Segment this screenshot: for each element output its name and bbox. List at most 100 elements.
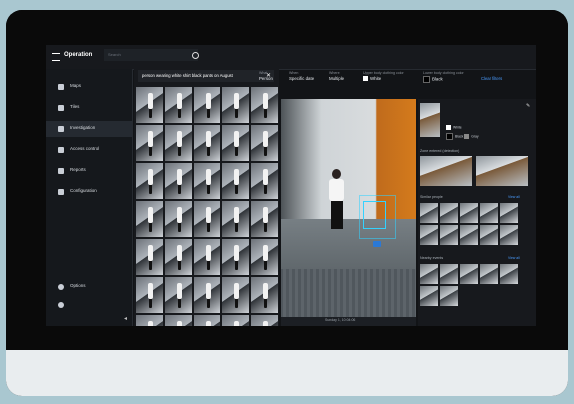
result-thumbnail[interactable] <box>164 87 192 123</box>
result-thumbnail[interactable] <box>193 277 221 313</box>
detection-box[interactable] <box>363 201 386 229</box>
result-thumbnail[interactable] <box>193 163 221 199</box>
nearby-event-thumbnail[interactable] <box>480 264 498 284</box>
sidebar-item-options[interactable]: Options <box>46 279 132 295</box>
filter-where[interactable]: Where Multiple <box>329 71 344 81</box>
result-thumbnail[interactable] <box>193 87 221 123</box>
result-thumbnail[interactable] <box>164 315 192 326</box>
result-thumbnail[interactable] <box>136 87 163 123</box>
result-thumbnail[interactable] <box>136 277 163 313</box>
result-thumbnail[interactable] <box>164 125 192 161</box>
nearby-event-thumbnail[interactable] <box>440 264 458 284</box>
sidebar-item-tiles[interactable]: Tiles <box>46 100 132 116</box>
result-thumbnail[interactable] <box>251 125 278 161</box>
filter-label: What <box>259 71 268 75</box>
sidebar-item-reports[interactable]: Reports <box>46 163 132 179</box>
result-thumbnail[interactable] <box>251 239 278 275</box>
result-thumbnail[interactable] <box>136 239 163 275</box>
sidebar-item-label: Access control <box>70 146 100 151</box>
search-icon[interactable] <box>192 52 199 59</box>
result-thumbnail[interactable] <box>222 125 250 161</box>
result-thumbnail[interactable] <box>222 201 250 237</box>
result-thumbnail[interactable] <box>164 277 192 313</box>
result-thumbnail[interactable] <box>222 277 250 313</box>
zone-thumbnail[interactable] <box>476 156 528 186</box>
gray-swatch <box>464 134 470 139</box>
similar-person-thumbnail[interactable] <box>500 203 518 223</box>
sidebar-item-label: Tiles <box>70 104 80 109</box>
result-thumbnail[interactable] <box>193 201 221 237</box>
clear-filters-button[interactable]: Clear filters <box>481 76 502 81</box>
result-thumbnail[interactable] <box>251 277 278 313</box>
result-thumbnail[interactable] <box>222 315 250 326</box>
similar-person-thumbnail[interactable] <box>480 225 498 245</box>
similar-person-thumbnail[interactable] <box>440 225 458 245</box>
map-icon <box>58 84 64 90</box>
person-body <box>329 179 344 201</box>
sidebar-item-user[interactable] <box>46 297 132 313</box>
app-screen: Operation Search Maps Tiles Investigatio… <box>46 45 536 326</box>
result-thumbnail[interactable] <box>222 239 250 275</box>
result-thumbnail[interactable] <box>136 315 163 326</box>
sidebar-item-label: Investigation <box>70 125 96 130</box>
similar-people-grid <box>420 203 518 245</box>
nearby-event-thumbnail[interactable] <box>460 264 478 284</box>
filter-upper-body-color[interactable]: Upper body clothing color White <box>363 71 404 82</box>
view-all-similar-link[interactable]: View all <box>508 195 520 199</box>
result-thumbnail[interactable] <box>193 125 221 161</box>
result-thumbnail[interactable] <box>193 315 221 326</box>
tablet-device: Operation Search Maps Tiles Investigatio… <box>6 10 568 396</box>
filter-label: Where <box>329 71 340 75</box>
configuration-icon <box>58 189 64 195</box>
sidebar-item-maps[interactable]: Maps <box>46 79 132 95</box>
filter-lower-body-color[interactable]: Lower body clothing color Black <box>423 71 464 83</box>
view-all-nearby-link[interactable]: View all <box>508 256 520 260</box>
nearby-event-thumbnail[interactable] <box>500 264 518 284</box>
similar-person-thumbnail[interactable] <box>480 203 498 223</box>
similar-person-thumbnail[interactable] <box>420 203 438 223</box>
result-thumbnail[interactable] <box>164 201 192 237</box>
result-thumbnail[interactable] <box>251 163 278 199</box>
similar-person-thumbnail[interactable] <box>500 225 518 245</box>
result-thumbnail[interactable] <box>136 201 163 237</box>
result-thumbnail[interactable] <box>193 239 221 275</box>
sidebar-item-investigation[interactable]: Investigation <box>46 121 132 137</box>
sidebar-item-configuration[interactable]: Configuration <box>46 184 132 200</box>
filter-label: Upper body clothing color <box>363 71 404 75</box>
nearby-event-thumbnail[interactable] <box>420 286 438 306</box>
similar-person-thumbnail[interactable] <box>460 203 478 223</box>
edit-icon[interactable]: ✎ <box>526 103 530 109</box>
video-player[interactable] <box>281 99 416 317</box>
similar-person-thumbnail[interactable] <box>440 203 458 223</box>
similar-person-thumbnail[interactable] <box>420 225 438 245</box>
result-thumbnail[interactable] <box>164 239 192 275</box>
similar-person-thumbnail[interactable] <box>460 225 478 245</box>
similar-people-heading: Similar people <box>420 195 443 199</box>
result-thumbnail[interactable] <box>222 87 250 123</box>
filter-when[interactable]: When Specific date <box>289 71 314 81</box>
black-swatch <box>423 76 430 83</box>
nearby-event-thumbnail[interactable] <box>420 264 438 284</box>
sidebar-item-label: Options <box>70 283 86 288</box>
reports-icon <box>58 168 64 174</box>
video-timeline[interactable]: Sunday 1, 10:04:06 <box>281 317 416 326</box>
zone-thumbnail[interactable] <box>420 156 472 186</box>
upper-color-chip: White <box>446 125 462 130</box>
result-thumbnail[interactable] <box>222 163 250 199</box>
result-thumbnail[interactable] <box>251 201 278 237</box>
nearby-event-thumbnail[interactable] <box>440 286 458 306</box>
collapse-sidebar-icon[interactable]: ◂ <box>124 315 127 322</box>
global-search-input[interactable]: Search <box>104 49 198 61</box>
upper-color-label: White <box>453 125 462 130</box>
filter-what[interactable]: What Person <box>259 71 273 81</box>
result-thumbnail[interactable] <box>136 163 163 199</box>
camera-icon[interactable] <box>373 241 381 247</box>
selected-person-thumbnail[interactable] <box>420 103 440 137</box>
sidebar-item-access-control[interactable]: Access control <box>46 142 132 158</box>
result-thumbnail[interactable] <box>164 163 192 199</box>
details-panel: ✎ White Black Gray Zone entered (detecti… <box>418 99 536 326</box>
result-thumbnail[interactable] <box>251 315 278 326</box>
result-thumbnail[interactable] <box>136 125 163 161</box>
gear-icon <box>58 284 64 290</box>
hamburger-menu-icon[interactable] <box>52 53 60 61</box>
